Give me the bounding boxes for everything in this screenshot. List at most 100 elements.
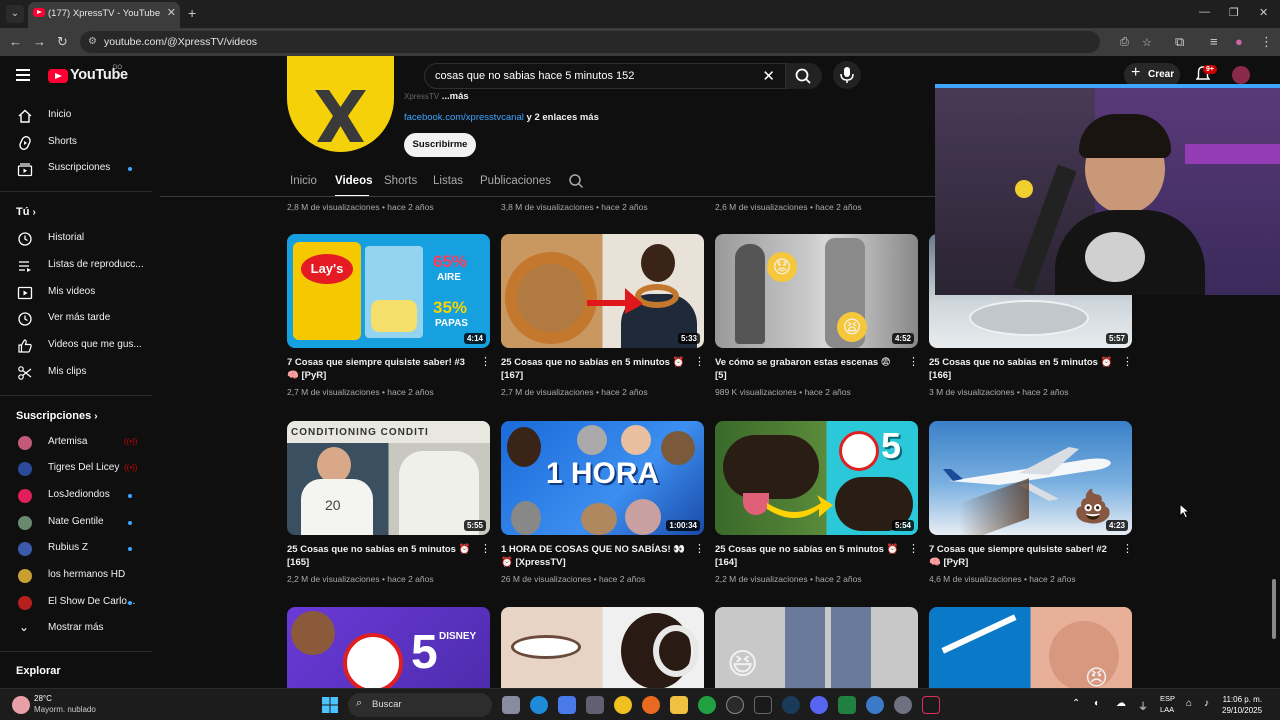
chrome-icon[interactable] <box>614 696 632 714</box>
system-clock[interactable]: 11:06 p. m. 29/10/2025 <box>1222 694 1262 716</box>
show-more-button[interactable]: ⌄ Mostrar más <box>0 617 152 641</box>
tab-shorts[interactable]: Shorts <box>384 175 417 187</box>
video-thumbnail[interactable]: 5 DISNEY <box>287 607 490 688</box>
copilot-icon[interactable] <box>558 696 576 714</box>
extensions-icon[interactable]: ⧉ <box>1175 34 1184 50</box>
tab-close-icon[interactable]: ✕ <box>167 6 176 19</box>
volume-icon[interactable]: ♪ <box>1204 698 1209 709</box>
sidebar-item-subscriptions[interactable]: Suscripciones <box>0 157 152 181</box>
account-avatar[interactable] <box>1232 66 1250 84</box>
clear-search-icon[interactable]: ✕ <box>762 67 775 85</box>
tray-chevron-up-icon[interactable]: ⌃ <box>1072 698 1080 709</box>
windows-start-icon[interactable] <box>322 697 338 713</box>
video-title[interactable]: 25 Cosas que no sabías en 5 minutos ⏰ [1… <box>501 356 687 382</box>
more-options-icon[interactable]: ⋮ <box>908 544 919 555</box>
sidebar-item-home[interactable]: Inicio <box>0 104 152 128</box>
video-thumbnail[interactable]: 😆 <box>715 607 918 688</box>
taskbar-search[interactable]: ⌕ Buscar <box>348 693 492 717</box>
xbox-icon[interactable] <box>698 696 716 714</box>
video-thumbnail[interactable]: 5:33 <box>501 234 704 348</box>
video-title[interactable]: 1 HORA DE COSAS QUE NO SABÍAS! 👀 ⏰ [Xpre… <box>501 543 687 569</box>
tab-strip-icon[interactable]: ≡ <box>1210 34 1218 49</box>
language-layout[interactable]: LAA <box>1160 705 1174 714</box>
settings-gear-icon[interactable] <box>894 696 912 714</box>
sidebar-item-clips[interactable]: Mis clips <box>0 361 152 385</box>
more-options-icon[interactable]: ⋮ <box>1122 357 1133 368</box>
page-scrollbar[interactable] <box>1270 96 1278 688</box>
minimize-button[interactable]: — <box>1199 6 1210 18</box>
reload-icon[interactable]: ↻ <box>57 34 68 50</box>
facebook-link[interactable]: facebook.com/xpresstvcanal <box>404 112 524 123</box>
youtube-logo-icon[interactable] <box>48 69 68 83</box>
channel-search-icon[interactable] <box>568 173 584 189</box>
new-tab-button[interactable]: + <box>188 5 196 21</box>
onedrive-icon[interactable]: ☁ <box>1116 698 1126 709</box>
more-options-icon[interactable]: ⋮ <box>694 357 705 368</box>
search-button[interactable] <box>786 63 822 89</box>
sidebar-item-playlists[interactable]: Listas de reproducc... <box>0 254 152 278</box>
video-card[interactable]: 😠 <box>929 607 1132 688</box>
tiktok-icon[interactable] <box>922 696 940 714</box>
video-thumbnail[interactable]: Lay's 65% AIRE 35% PAPAS 4:14 <box>287 234 490 348</box>
sidebar-item-my-videos[interactable]: Mis videos <box>0 281 152 305</box>
weather-description[interactable]: Mayorm. nublado <box>34 705 96 714</box>
more-options-icon[interactable]: ⋮ <box>480 357 491 368</box>
you-section-heading[interactable]: Tú › <box>16 206 36 218</box>
video-title[interactable]: 25 Cosas que no sabías en 5 minutos ⏰ [1… <box>287 543 473 569</box>
subscription-item[interactable]: los hermanos HD <box>0 564 152 588</box>
mic-tray-icon[interactable]: ⏚ <box>1138 698 1148 713</box>
chrome-profile-icon[interactable] <box>866 696 884 714</box>
subscription-item[interactable]: Tigres Del Licey ((•)) <box>0 457 152 481</box>
more-options-icon[interactable]: ⋮ <box>1122 544 1133 555</box>
tab-posts[interactable]: Publicaciones <box>480 175 551 187</box>
search-input[interactable]: cosas que no sabias hace 5 minutos 152 ✕ <box>424 63 786 89</box>
obs-icon[interactable] <box>726 696 744 714</box>
sidebar-item-shorts[interactable]: Shorts <box>0 131 152 155</box>
video-thumbnail[interactable] <box>501 607 704 688</box>
back-icon[interactable]: ← <box>9 34 22 49</box>
video-card[interactable]: 5 DISNEY <box>287 607 490 688</box>
subscription-item[interactable]: El Show De Carlo... <box>0 591 152 615</box>
video-thumbnail[interactable]: CONDITIONING CONDITI 20 5:55 <box>287 421 490 535</box>
sidebar-item-watch-later[interactable]: Ver más tarde <box>0 307 152 331</box>
description-more-link[interactable]: ...más <box>442 91 469 102</box>
video-thumbnail[interactable]: 😠 <box>929 607 1132 688</box>
video-title[interactable]: 25 Cosas que no sabías en 5 minutos ⏰ [1… <box>929 356 1115 382</box>
video-card[interactable]: 😆 <box>715 607 918 688</box>
window-close-button[interactable]: ✕ <box>1259 6 1268 19</box>
more-options-icon[interactable]: ⋮ <box>908 357 919 368</box>
edge-icon[interactable] <box>530 696 548 714</box>
forward-icon[interactable]: → <box>33 34 46 49</box>
steam-icon[interactable] <box>782 696 800 714</box>
url-field[interactable]: ⚙ youtube.com/@XpressTV/videos ⎙ ☆ <box>80 31 1152 53</box>
tab-videos[interactable]: Videos <box>335 175 373 187</box>
weather-icon[interactable] <box>12 696 30 714</box>
bookmark-star-icon[interactable]: ☆ <box>1142 36 1152 49</box>
more-options-icon[interactable]: ⋮ <box>694 544 705 555</box>
tab-home[interactable]: Inicio <box>290 175 317 187</box>
video-title[interactable]: 25 Cosas que no sabías en 5 minutos ⏰ [1… <box>715 543 901 569</box>
video-title[interactable]: Ve cómo se grabaron estas escenas 😨 [5] <box>715 356 901 382</box>
maximize-button[interactable]: ❐ <box>1229 6 1239 19</box>
sidebar-item-history[interactable]: Historial <box>0 227 152 251</box>
subscription-item[interactable]: Rubius Z <box>0 537 152 561</box>
subscription-item[interactable]: Nate Gentile <box>0 511 152 535</box>
file-explorer-icon[interactable] <box>670 696 688 714</box>
network-icon[interactable]: ⌂ <box>1186 698 1192 709</box>
install-app-icon[interactable]: ⎙ <box>1120 36 1129 49</box>
profile-icon[interactable]: ● <box>1235 34 1243 49</box>
more-links-button[interactable]: y 2 enlaces más <box>527 112 599 123</box>
scrollbar-thumb[interactable] <box>1272 579 1276 639</box>
language-indicator[interactable]: ESP <box>1160 694 1175 703</box>
firefox-icon[interactable] <box>642 696 660 714</box>
weather-temperature[interactable]: 28°C <box>34 694 52 703</box>
subscription-item[interactable]: Artemisa ((•)) <box>0 431 152 455</box>
excel-icon[interactable] <box>838 696 856 714</box>
sidebar-item-liked-videos[interactable]: Videos que me gus... <box>0 334 152 358</box>
more-options-icon[interactable]: ⋮ <box>480 544 491 555</box>
subscription-item[interactable]: LosJediondos <box>0 484 152 508</box>
site-info-icon[interactable]: ⚙ <box>88 36 97 47</box>
epic-games-icon[interactable] <box>754 696 772 714</box>
subscriptions-section-heading[interactable]: Suscripciones › <box>16 410 98 422</box>
video-thumbnail[interactable]: 💩 4:23 <box>929 421 1132 535</box>
